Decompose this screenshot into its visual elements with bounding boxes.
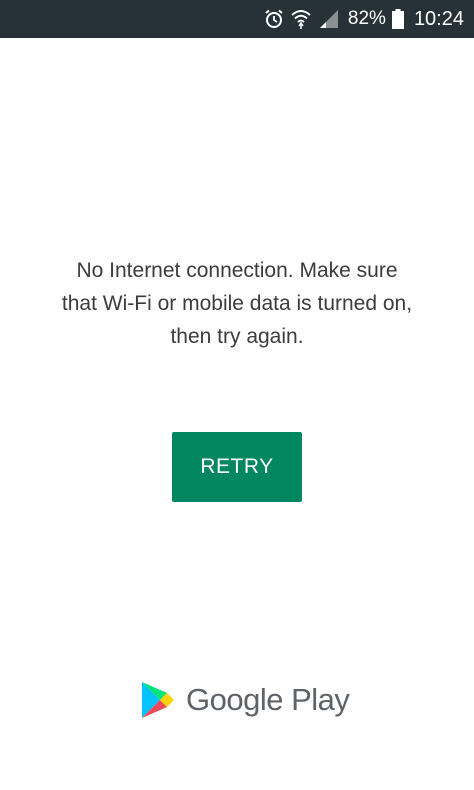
battery-icon [391, 9, 404, 29]
no-connection-message: No Internet connection. Make sure that W… [61, 259, 413, 348]
wifi-icon [290, 8, 312, 30]
status-bar: 82% 10:24 [0, 0, 474, 38]
retry-button[interactable]: RETRY [172, 432, 302, 502]
google-play-wordmark: Google Play [186, 682, 350, 717]
main-content: No Internet connection. Make sure that W… [0, 38, 474, 790]
alarm-icon [264, 9, 284, 29]
clock: 10:24 [413, 7, 464, 30]
google-play-brand: Google Play [140, 680, 350, 720]
cell-signal-icon [318, 9, 340, 29]
battery-percent: 82% [347, 8, 386, 29]
google-play-logo-icon [142, 682, 174, 718]
